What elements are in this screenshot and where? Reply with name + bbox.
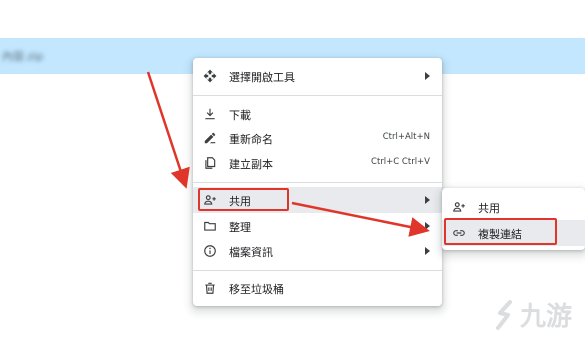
watermark-logo-icon xyxy=(496,299,512,330)
watermark-text: 九游 xyxy=(520,302,573,332)
annotation-arrow-to-copy-link xyxy=(291,201,430,237)
annotation-arrow-to-share xyxy=(146,71,190,189)
annotation-arrows xyxy=(146,71,430,237)
watermark: 九游 xyxy=(492,296,572,333)
